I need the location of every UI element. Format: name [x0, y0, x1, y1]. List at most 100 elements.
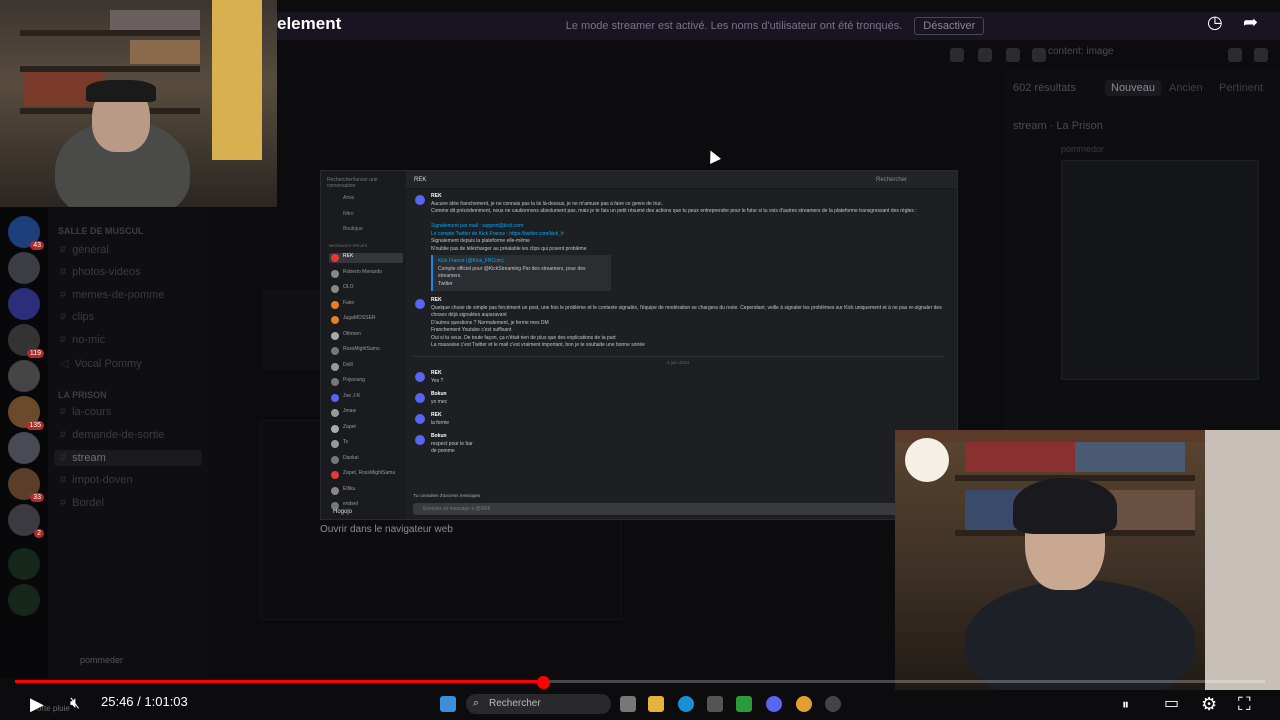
nav-nitro[interactable]: Nitro — [343, 211, 354, 217]
channel-item[interactable]: # impot-doven — [60, 474, 133, 486]
server-icon[interactable] — [8, 504, 45, 538]
channel-item[interactable]: # général — [60, 244, 109, 256]
current-time: 25:46 — [101, 694, 134, 709]
dm-item[interactable]: Zapet — [329, 424, 403, 434]
results-count: 602 résultats — [1013, 82, 1076, 94]
header-search-input[interactable]: Rechercher — [876, 177, 907, 183]
message-author[interactable]: REK — [431, 370, 943, 378]
result-channel[interactable]: stream · La Prison — [1013, 120, 1103, 132]
add-server-icon[interactable] — [8, 548, 40, 580]
server-icon[interactable] — [8, 396, 44, 430]
current-user: Hogojo — [333, 509, 353, 515]
avatar[interactable] — [415, 195, 425, 205]
open-web-link[interactable]: Ouvrir dans le navigateur web — [320, 524, 453, 535]
members-icon[interactable] — [1032, 48, 1046, 62]
video-title[interactable]: element — [277, 14, 341, 34]
server-icon[interactable] — [8, 432, 40, 464]
username: pommeder — [80, 655, 124, 665]
avatar[interactable] — [415, 372, 425, 382]
dm-item[interactable]: Ts — [329, 439, 403, 449]
progress-scrubber[interactable] — [536, 676, 550, 689]
server-icon[interactable] — [8, 324, 44, 358]
channel-item[interactable]: # Bordel — [60, 497, 104, 509]
channel-item[interactable]: # memes-de-pomme — [60, 289, 164, 301]
progress-bar[interactable] — [15, 680, 1265, 683]
disable-streamer-button[interactable]: Désactiver — [914, 17, 985, 35]
discord-window: Rechercher/lancer une conversation Amis … — [320, 170, 958, 520]
file-explorer-icon[interactable] — [648, 696, 664, 712]
channel-item[interactable]: # la-cours — [60, 406, 111, 418]
dm-item[interactable]: Dankai — [329, 455, 403, 465]
store-icon[interactable] — [707, 696, 723, 712]
server-icon[interactable] — [8, 216, 44, 250]
help-icon[interactable] — [1254, 48, 1268, 62]
mute-channel-icon[interactable] — [978, 48, 992, 62]
message-input[interactable]: Envoyer un message à @REK — [413, 503, 953, 515]
channel-item[interactable]: # photos-videos — [60, 266, 141, 278]
threads-icon[interactable] — [950, 48, 964, 62]
share-icon[interactable]: ➦ — [1243, 12, 1258, 33]
taskbar-search[interactable]: Rechercher — [466, 694, 611, 714]
video-frame[interactable]: Le mode streamer est activé. Les noms d'… — [0, 0, 1280, 720]
dm-item[interactable]: Othmen — [329, 331, 403, 341]
autoplay-toggle-icon[interactable]: ⏸ — [1122, 692, 1129, 716]
category-muscul[interactable]: SALLE DE MUSCUL — [58, 226, 144, 236]
dm-item[interactable]: RossMightSamu — [329, 346, 403, 356]
dm-item[interactable]: JugaMOSSER — [329, 315, 403, 325]
channel-item[interactable]: # demande-de-sortie — [60, 429, 164, 441]
dm-item[interactable]: Joe J R — [329, 393, 403, 403]
explore-icon[interactable] — [8, 584, 40, 616]
nav-friends[interactable]: Amis — [343, 195, 354, 201]
message-author[interactable]: Bokun — [431, 391, 943, 399]
dm-search-input[interactable]: Rechercher/lancer une conversation — [327, 177, 406, 189]
dm-item[interactable]: Pojwoung — [329, 377, 403, 387]
dm-item[interactable]: Zapet, RossMightSamu — [329, 470, 403, 480]
clock-icon[interactable]: ◷ — [1207, 12, 1223, 33]
xbox-icon[interactable] — [736, 696, 752, 712]
dm-item[interactable]: OLO — [329, 284, 403, 294]
sort-new[interactable]: Nouveau — [1105, 80, 1162, 96]
chrome-icon[interactable] — [796, 696, 812, 712]
server-icon[interactable] — [8, 252, 40, 284]
edge-icon[interactable] — [678, 696, 694, 712]
app-icon[interactable] — [825, 696, 841, 712]
dm-item[interactable]: Dolll — [329, 362, 403, 372]
fullscreen-icon[interactable]: ⛶ — [1238, 692, 1251, 716]
message-author[interactable]: REK — [431, 297, 943, 305]
link-embed[interactable]: Kick France (@Kick_FRCom) Compte officiel… — [431, 255, 611, 291]
avatar[interactable] — [415, 435, 425, 445]
message-author[interactable]: REK — [431, 412, 943, 420]
sort-old[interactable]: Ancien — [1169, 82, 1203, 94]
channel-item-active[interactable]: # stream — [54, 450, 202, 466]
channel-item[interactable]: # no-mic — [60, 334, 105, 346]
channel-item[interactable]: # clips — [60, 311, 94, 323]
task-view-icon[interactable] — [620, 696, 636, 712]
server-icon[interactable] — [8, 360, 40, 392]
avatar[interactable] — [415, 393, 425, 403]
volume-muted-icon[interactable]: 🔇︎ — [70, 692, 80, 716]
play-icon[interactable]: ▶ — [30, 692, 44, 716]
pin-icon[interactable] — [1006, 48, 1020, 62]
result-image[interactable] — [1061, 160, 1259, 380]
discord-icon[interactable] — [766, 696, 782, 712]
dm-item[interactable]: Jmaw — [329, 408, 403, 418]
windows-start-icon[interactable] — [440, 696, 456, 712]
sort-relevant[interactable]: Pertinent — [1219, 82, 1263, 94]
message-author[interactable]: REK — [431, 193, 943, 201]
dm-item[interactable]: Elfiku — [329, 486, 403, 496]
server-icon[interactable] — [8, 468, 44, 502]
avatar[interactable] — [415, 414, 425, 424]
gear-icon[interactable]: ⚙ — [1201, 692, 1217, 716]
inbox-icon[interactable] — [1228, 48, 1242, 62]
avatar[interactable] — [415, 299, 425, 309]
voice-channel-item[interactable]: ◁ Vocal Pommy — [60, 357, 142, 370]
nav-shop[interactable]: Boutique — [343, 226, 363, 232]
dm-item[interactable]: Roberto Menardo — [329, 269, 403, 279]
subtitles-icon[interactable]: ▭ — [1164, 692, 1179, 716]
category-prison[interactable]: LA PRISON — [58, 390, 107, 400]
dm-item[interactable]: Fake — [329, 300, 403, 310]
discord-search-input[interactable]: content: image — [1048, 46, 1218, 64]
server-icon[interactable] — [8, 288, 40, 320]
dm-item[interactable]: REK — [329, 253, 403, 263]
message-author[interactable]: Bokun — [431, 433, 943, 441]
